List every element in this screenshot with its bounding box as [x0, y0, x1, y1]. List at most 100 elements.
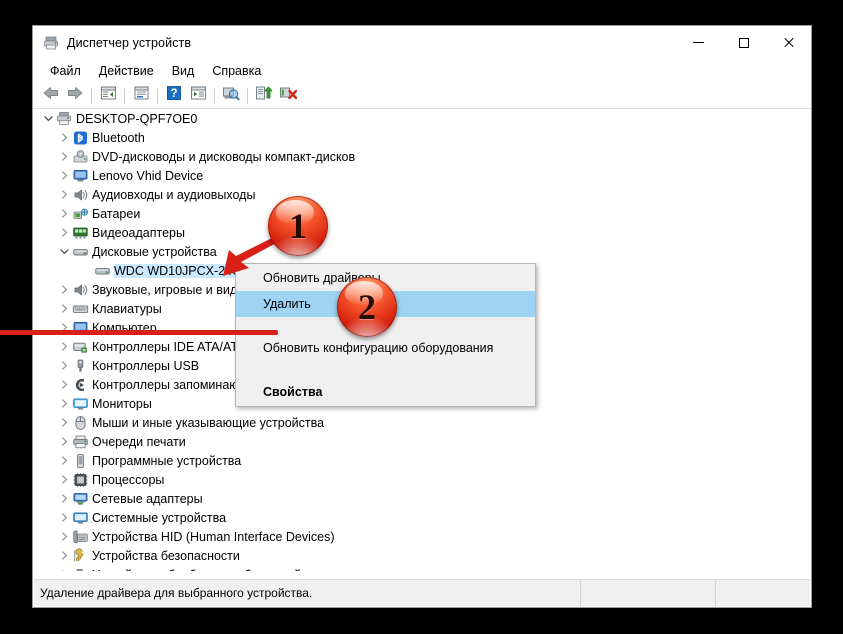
maximize-icon [738, 37, 749, 48]
tree-item-label: Устройства безопасности [92, 548, 240, 563]
disk-drive-icon [72, 244, 89, 260]
chevron-right-icon[interactable] [56, 166, 72, 185]
chevron-right-icon[interactable] [56, 451, 72, 470]
status-pane-2 [581, 580, 716, 606]
usb-icon [72, 358, 89, 374]
toolbar-separator [214, 87, 215, 104]
tree-item-label: Bluetooth [92, 130, 145, 145]
tree-item-label: Мониторы [92, 396, 152, 411]
forward-icon [66, 85, 84, 106]
tree-item[interactable]: Мыши и иные указывающие устройства [34, 413, 810, 432]
chevron-right-icon[interactable] [56, 185, 72, 204]
tree-item[interactable]: Аудиовходы и аудиовыходы [34, 185, 810, 204]
tree-item[interactable]: DVD-дисководы и дисководы компакт-дисков [34, 147, 810, 166]
tree-root-item[interactable]: DESKTOP-QPF7OE0 [34, 109, 810, 128]
tree-item[interactable]: Lenovo Vhid Device [34, 166, 810, 185]
ctx-scan-hardware[interactable]: Обновить конфигурацию оборудования [236, 335, 535, 361]
tree-item[interactable]: Видеоадаптеры [34, 223, 810, 242]
tree-item[interactable]: Сетевые адаптеры [34, 489, 810, 508]
tree-item[interactable]: Процессоры [34, 470, 810, 489]
chevron-right-icon[interactable] [56, 128, 72, 147]
ctx-uninstall-label: Удалить [263, 297, 311, 311]
tree-item[interactable]: Батареи [34, 204, 810, 223]
processor-icon [72, 472, 89, 488]
scan-hardware-button[interactable] [219, 85, 243, 107]
maximize-button[interactable] [721, 26, 766, 59]
back-button[interactable] [39, 85, 63, 107]
close-button[interactable] [766, 26, 811, 59]
chevron-right-icon[interactable] [56, 470, 72, 489]
chevron-right-icon[interactable] [56, 299, 72, 318]
minimize-button[interactable] [676, 26, 721, 59]
help-icon: ? [166, 85, 182, 106]
ctx-properties[interactable]: Свойства [236, 379, 535, 405]
chevron-right-icon[interactable] [56, 527, 72, 546]
software-device-icon [72, 453, 89, 469]
monitor-blue-icon [72, 168, 89, 184]
chevron-right-icon[interactable] [56, 432, 72, 451]
tree-item[interactable]: Устройства HID (Human Interface Devices) [34, 527, 810, 546]
screen: Диспетчер устройств Файл Действие Вид Сп… [0, 0, 843, 634]
tree-item[interactable]: Устройства безопасности [34, 546, 810, 565]
back-icon [42, 85, 60, 106]
tree-item-label: Дисковые устройства [92, 244, 217, 259]
tree-item[interactable]: Очереди печати [34, 432, 810, 451]
chevron-down-icon[interactable] [56, 242, 72, 261]
window-controls [676, 26, 811, 59]
chevron-right-icon[interactable] [56, 147, 72, 166]
forward-button[interactable] [63, 85, 87, 107]
step-badge-1: 1 [268, 196, 328, 256]
menu-action[interactable]: Действие [90, 62, 163, 80]
tree-item-label: Батареи [92, 206, 141, 221]
network-adapter-icon [72, 491, 89, 507]
tree-item-label: Очереди печати [92, 434, 186, 449]
help-button[interactable]: ? [162, 85, 186, 107]
chevron-right-icon[interactable] [56, 204, 72, 223]
minimize-icon [693, 42, 704, 43]
ide-controller-icon [72, 339, 89, 355]
chevron-right-icon[interactable] [56, 356, 72, 375]
chevron-right-icon[interactable] [56, 546, 72, 565]
chevron-right-icon[interactable] [56, 375, 72, 394]
chevron-right-icon[interactable] [56, 489, 72, 508]
status-bar: Удаление драйвера для выбранного устройс… [34, 579, 810, 606]
tree-root-label: DESKTOP-QPF7OE0 [76, 111, 198, 126]
computer-root-icon [56, 111, 73, 127]
update-driver-icon [255, 85, 273, 106]
chevron-right-icon[interactable] [56, 223, 72, 242]
tree-item[interactable]: Устройства обработки изображений [34, 565, 810, 571]
tree-item-label: Контроллеры USB [92, 358, 200, 373]
toolbar-separator [247, 87, 248, 104]
chevron-right-icon[interactable] [56, 508, 72, 527]
step-badge-1-number: 1 [289, 206, 307, 246]
chevron-right-icon[interactable] [56, 337, 72, 356]
chevron-right-icon[interactable] [56, 394, 72, 413]
show-list-button[interactable] [186, 85, 210, 107]
menu-view[interactable]: Вид [163, 62, 204, 80]
tree-item-label: Программные устройства [92, 453, 242, 468]
properties-button[interactable] [129, 85, 153, 107]
tree-item-label: Системные устройства [92, 510, 227, 525]
properties-icon [133, 85, 150, 106]
tree-item[interactable]: Программные устройства [34, 451, 810, 470]
tree-item[interactable]: Bluetooth [34, 128, 810, 147]
status-message: Удаление драйвера для выбранного устройс… [34, 580, 581, 606]
uninstall-device-button[interactable] [276, 85, 300, 107]
tree-item[interactable]: Системные устройства [34, 508, 810, 527]
chevron-right-icon[interactable] [56, 413, 72, 432]
tree-item[interactable]: Дисковые устройства [34, 242, 810, 261]
scan-hardware-changes-icon [222, 85, 240, 106]
menu-help[interactable]: Справка [203, 62, 270, 80]
toolbar: ? [33, 83, 811, 109]
chevron-down-icon[interactable] [40, 109, 56, 128]
menu-file[interactable]: Файл [41, 62, 90, 80]
update-driver-button[interactable] [252, 85, 276, 107]
tree-item-label: DVD-дисководы и дисководы компакт-дисков [92, 149, 356, 164]
chevron-right-icon[interactable] [56, 280, 72, 299]
console-tree-button[interactable] [96, 85, 120, 107]
step-badge-2: 2 [337, 277, 397, 337]
tree-item-label: Сетевые адаптеры [92, 491, 203, 506]
chevron-right-icon[interactable] [56, 565, 72, 571]
ctx-scan-hardware-label: Обновить конфигурацию оборудования [263, 341, 494, 355]
